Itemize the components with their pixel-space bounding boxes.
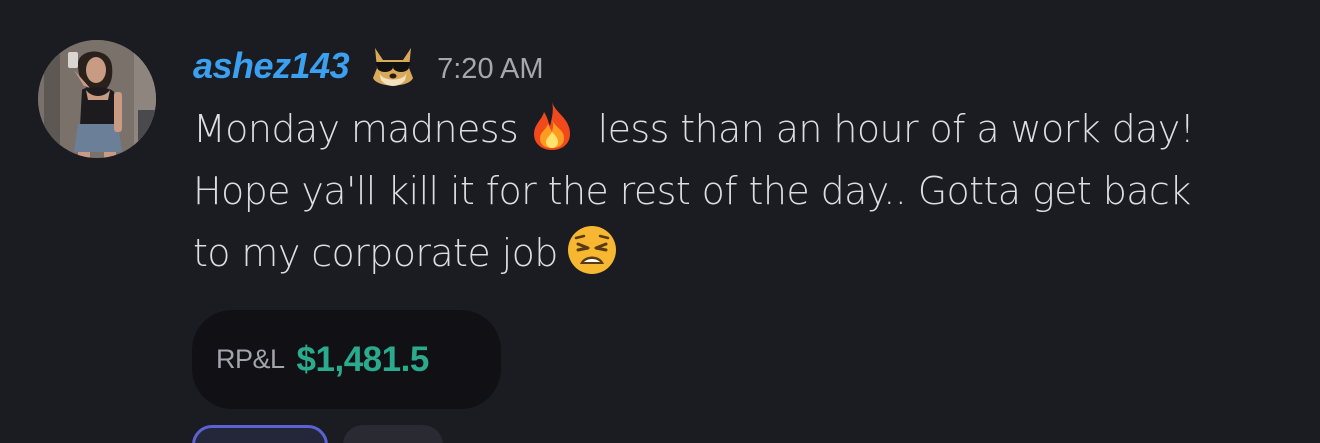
- message-header: ashez143 7:20 AM: [193, 38, 544, 94]
- message-text: Monday madness: [193, 107, 519, 151]
- pnl-label: RP&L: [216, 344, 285, 374]
- user-avatar[interactable]: [38, 40, 156, 158]
- message-content: Monday madness less than an hour of a wo…: [193, 98, 1303, 284]
- pnl-card[interactable]: RP&L $1,481.5: [192, 310, 501, 409]
- pnl-value: $1,481.5: [296, 339, 430, 379]
- message-text: less than an hour of a work day!: [586, 107, 1195, 151]
- message-line: to my corporate job: [193, 222, 1303, 284]
- reaction-chip[interactable]: [343, 425, 443, 443]
- message-line: Hope ya'll kill it for the rest of the d…: [193, 169, 1191, 213]
- message-text: to my corporate job: [193, 231, 558, 275]
- username[interactable]: ashez143: [193, 45, 350, 87]
- fire-emoji-icon: [526, 100, 578, 152]
- message-line: Monday madness less than an hour of a wo…: [193, 98, 1303, 160]
- chat-message: ashez143 7:20 AM Monday madness less tha…: [0, 0, 1320, 443]
- message-timestamp: 7:20 AM: [437, 52, 544, 85]
- avatar-photo-icon: [38, 40, 156, 158]
- reaction-chip[interactable]: [192, 425, 328, 443]
- weary-face-emoji-icon: [566, 224, 618, 276]
- doge-sunglasses-icon[interactable]: [371, 42, 415, 90]
